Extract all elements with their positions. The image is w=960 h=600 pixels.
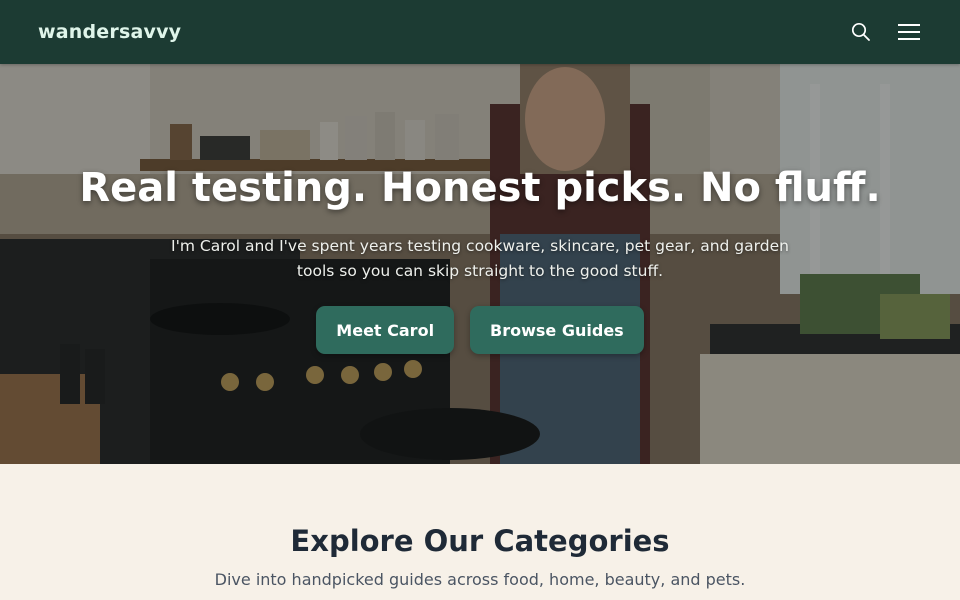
categories-title: Explore Our Categories	[290, 524, 670, 558]
nav-actions	[848, 19, 922, 45]
hero-subtitle: I'm Carol and I've spent years testing c…	[171, 237, 789, 280]
menu-icon[interactable]	[896, 19, 922, 45]
hero-title: Real testing. Honest picks. No fluff.	[79, 165, 881, 211]
brand-logo[interactable]: wandersavvy	[38, 21, 181, 43]
top-navbar: wandersavvy	[0, 0, 960, 64]
hero-buttons: Meet Carol Browse Guides	[316, 306, 644, 354]
meet-carol-button[interactable]: Meet Carol	[316, 306, 455, 354]
search-icon[interactable]	[848, 19, 874, 45]
categories-subtitle: Dive into handpicked guides across food,…	[214, 570, 746, 589]
hero-section: Real testing. Honest picks. No fluff. I'…	[0, 64, 960, 464]
hero-content: Real testing. Honest picks. No fluff. I'…	[0, 64, 960, 464]
browse-guides-button[interactable]: Browse Guides	[470, 306, 644, 354]
categories-section: Explore Our Categories Dive into handpic…	[0, 464, 960, 600]
